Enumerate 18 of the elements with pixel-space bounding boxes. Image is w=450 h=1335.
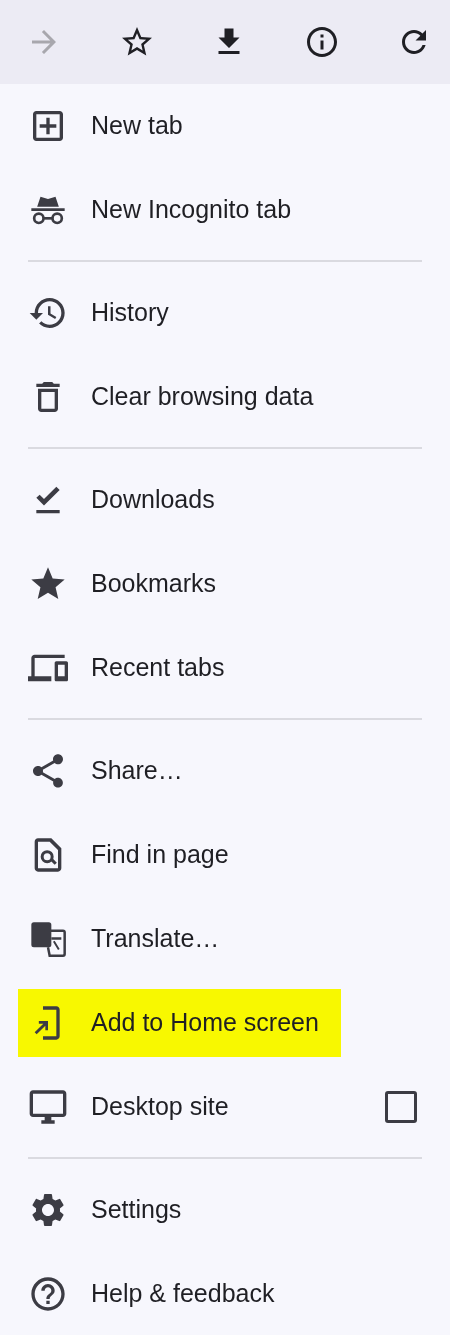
- menu-item[interactable]: Add to Home screen: [18, 989, 341, 1057]
- translate-icon: [28, 919, 68, 959]
- monitor-icon: [28, 1087, 68, 1127]
- checkbox[interactable]: [385, 1091, 417, 1123]
- menu-item[interactable]: Recent tabs: [18, 634, 247, 702]
- menu-item[interactable]: New tab: [18, 92, 205, 160]
- menu-item[interactable]: Desktop site: [18, 1073, 251, 1141]
- menu-item[interactable]: Clear browsing data: [18, 363, 336, 431]
- menu-item[interactable]: New Incognito tab: [18, 176, 314, 244]
- menu-item[interactable]: Help & feedback: [18, 1260, 297, 1328]
- menu-item[interactable]: Translate…: [18, 905, 242, 973]
- menu-item[interactable]: Bookmarks: [18, 550, 239, 618]
- menu-item[interactable]: Downloads: [18, 466, 237, 534]
- menu-item[interactable]: Find in page: [18, 821, 251, 889]
- menu-item[interactable]: Settings: [18, 1176, 204, 1244]
- help-icon: [28, 1274, 68, 1314]
- menu-item[interactable]: Share…: [18, 737, 205, 805]
- menu-item[interactable]: History: [18, 279, 191, 347]
